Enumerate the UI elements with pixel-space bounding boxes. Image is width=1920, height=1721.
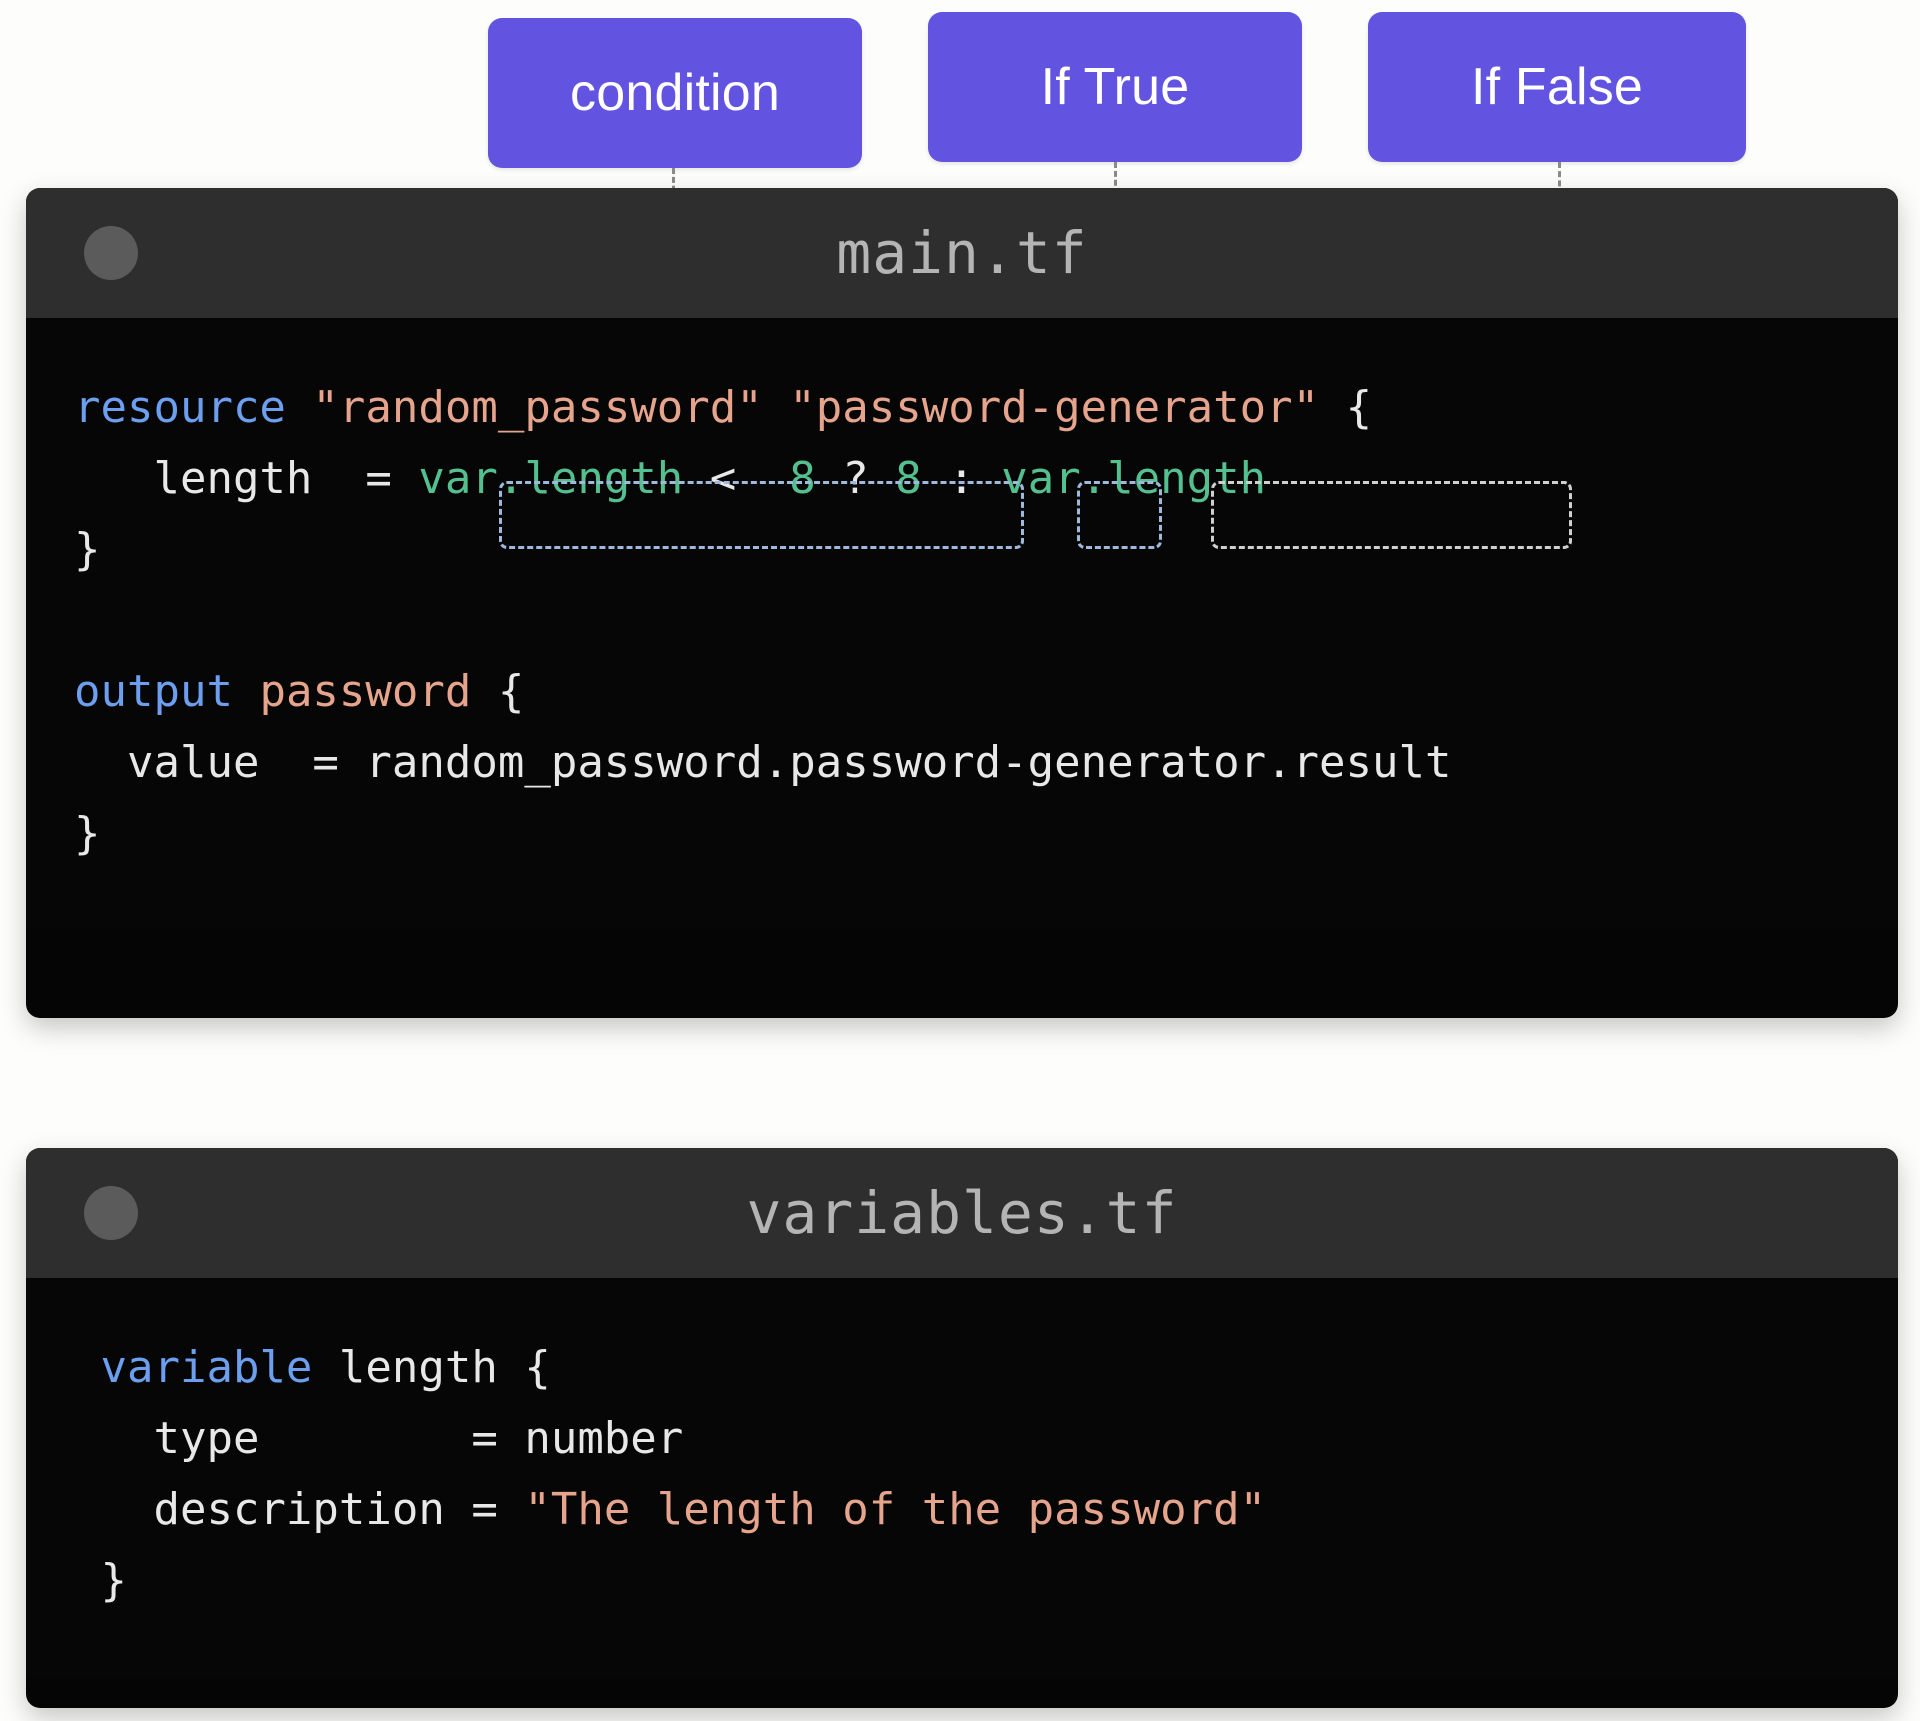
code-token: length {	[312, 1342, 551, 1393]
code-token: "password-generator"	[789, 382, 1320, 433]
window-filename: main.tf	[836, 219, 1088, 287]
annotation-badge-condition[interactable]: condition	[488, 18, 862, 168]
code-line: }	[74, 808, 101, 859]
code-text-main-tf: resource "random_password" "password-gen…	[26, 372, 1898, 869]
badge-label: If False	[1470, 58, 1644, 116]
code-line: value = random_password.password-generat…	[74, 737, 1452, 788]
code-token: var.length	[418, 453, 684, 504]
code-window-variables-tf: variables.tf variable length { type = nu…	[26, 1148, 1898, 1708]
code-line: description = "The length of the passwor…	[74, 1484, 1266, 1535]
code-body[interactable]: resource "random_password" "password-gen…	[26, 318, 1898, 929]
code-line: }	[74, 1555, 127, 1606]
code-token: var.length	[1001, 453, 1267, 504]
code-token: variable	[100, 1342, 313, 1393]
annotation-badge-if-false[interactable]: If False	[1368, 12, 1746, 162]
code-token: {	[471, 666, 525, 717]
code-token: {	[1319, 382, 1373, 433]
code-token: resource	[74, 382, 286, 433]
code-token: 8	[895, 453, 922, 504]
code-token: value = random_password.password-generat…	[74, 737, 1452, 788]
code-window-main-tf: main.tf resource "random_password" "pass…	[26, 188, 1898, 1018]
code-token: type = number	[74, 1413, 684, 1464]
badge-label: If True	[1040, 58, 1190, 116]
code-token: <	[683, 453, 790, 504]
code-line: }	[74, 524, 101, 575]
code-line: output password {	[74, 666, 524, 717]
badge-label: condition	[570, 64, 780, 122]
code-text-variables-tf: variable length { type = number descript…	[26, 1332, 1898, 1616]
code-token: description =	[74, 1484, 525, 1535]
code-token: "random_password"	[312, 382, 763, 433]
window-dot-icon[interactable]	[84, 1186, 138, 1240]
code-token: password	[259, 666, 472, 717]
window-titlebar: variables.tf	[26, 1148, 1898, 1278]
window-filename: variables.tf	[746, 1179, 1178, 1247]
code-token: :	[921, 453, 1002, 504]
code-token: length =	[74, 453, 419, 504]
code-line: variable length {	[74, 1342, 551, 1393]
window-titlebar: main.tf	[26, 188, 1898, 318]
code-line: type = number	[74, 1413, 683, 1464]
code-token: }	[74, 524, 101, 575]
code-token: "The length of the password"	[524, 1484, 1267, 1535]
diagram-canvas: condition If True If False main.tf resou…	[0, 0, 1920, 1721]
code-token: 8	[789, 453, 816, 504]
code-token: ?	[815, 453, 896, 504]
code-token: }	[74, 808, 101, 859]
code-token: }	[74, 1555, 127, 1606]
window-dot-icon[interactable]	[84, 226, 138, 280]
code-body[interactable]: variable length { type = number descript…	[26, 1278, 1898, 1676]
code-line: resource "random_password" "password-gen…	[74, 382, 1372, 433]
annotation-badge-if-true[interactable]: If True	[928, 12, 1302, 162]
code-token: output	[74, 666, 233, 717]
code-line: length = var.length < 8 ? 8 : var.length	[74, 453, 1266, 504]
